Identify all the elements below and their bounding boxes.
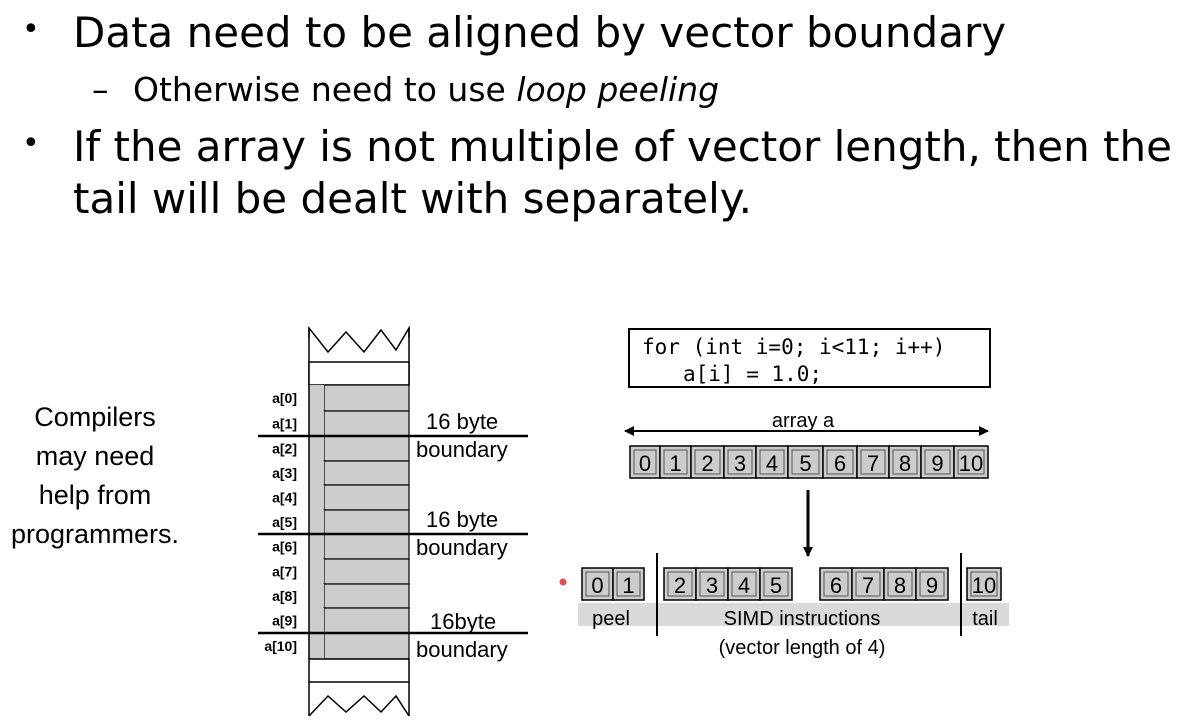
split-cell-label: 4 (738, 573, 750, 598)
memory-label: a[5] (272, 514, 297, 530)
boundary-label: 16 byte (426, 507, 498, 532)
memory-cell (323, 533, 410, 560)
memory-cell-edge (309, 633, 324, 659)
code-line-1: for (int i=0; i<11; i++) (642, 335, 945, 359)
memory-cell-edge (309, 510, 324, 534)
memory-label: a[4] (272, 490, 297, 506)
laser-pointer-dot (559, 578, 567, 586)
memory-column: a[0] a[1] a[2] a[3] a[4] a[5] a[6] a[7] a[8] a[9]… (258, 325, 528, 717)
split-cell-label: 3 (706, 573, 718, 598)
tail-label: tail (972, 608, 998, 630)
array-cell-label: 0 (639, 451, 651, 476)
memory-label: a[9] (272, 613, 297, 629)
memory-empty-bottom (308, 658, 410, 683)
memory-label: a[1] (272, 416, 297, 432)
array-cell-label: 7 (867, 451, 879, 476)
split-cell-label: 2 (674, 573, 686, 598)
array-a: array a 0 1 2 3 4 5 6 7 8 9 10 (624, 410, 989, 557)
array-cell-label: 5 (799, 451, 811, 476)
memory-cell-edge (309, 436, 324, 461)
memory-cell (323, 460, 410, 486)
memory-cell (323, 384, 410, 412)
code-box: for (int i=0; i<11; i++) a[i] = 1.0; (628, 328, 991, 388)
array-cell-label: 3 (734, 451, 746, 476)
boundary-label: 16 byte (426, 409, 498, 434)
split-cell-label: 6 (830, 573, 842, 598)
array-cell-label: 8 (899, 451, 911, 476)
array-label: array a (772, 410, 835, 432)
memory-cell-edge (309, 584, 324, 608)
memory-cell-edge (309, 485, 324, 510)
code-line-2: a[i] = 1.0; (683, 362, 822, 386)
array-cell-label: 10 (959, 451, 983, 476)
boundary-label: boundary (416, 637, 508, 662)
memory-cell (323, 558, 410, 585)
memory-label: a[3] (272, 465, 297, 481)
split-cell-label: 10 (972, 573, 996, 598)
memory-cell (323, 607, 410, 634)
memory-label: a[2] (272, 441, 297, 457)
memory-bottom-break (308, 694, 410, 717)
memory-cell-edge (309, 534, 324, 559)
memory-cell (323, 509, 410, 535)
array-cell-label: 2 (701, 451, 713, 476)
split-cell-label: 7 (862, 573, 874, 598)
memory-top-break (308, 325, 410, 354)
memory-label: a[6] (272, 539, 297, 555)
boundary-label: boundary (416, 535, 508, 560)
memory-label: a[8] (272, 588, 297, 604)
split-cell-label: 1 (622, 573, 634, 598)
array-cell-label: 1 (669, 451, 681, 476)
boundary-label: 16byte (430, 609, 496, 634)
array-cell-label: 4 (766, 451, 778, 476)
peel-label: peel (592, 608, 630, 630)
memory-label: a[7] (272, 564, 297, 580)
boundary-label: boundary (416, 437, 508, 462)
memory-cell (323, 583, 410, 609)
memory-empty-top (308, 361, 410, 386)
memory-label: a[0] (272, 390, 297, 406)
memory-cell-edge (309, 411, 324, 436)
split-cell-label: 5 (770, 573, 782, 598)
memory-cell (323, 435, 410, 462)
memory-cell-edge (309, 559, 324, 584)
diagram: a[0] a[1] a[2] a[3] a[4] a[5] a[6] a[7] a[8] a[9]… (258, 325, 1009, 717)
memory-cell-edge (309, 608, 324, 633)
memory-cell-edge (309, 385, 324, 411)
split-cell-label: 0 (591, 573, 603, 598)
loop-split: 0 1 2 3 4 5 6 7 8 9 10 peel SIMD instructions (vec… (559, 553, 1009, 659)
memory-cell (323, 410, 410, 437)
split-cell-label: 8 (894, 573, 906, 598)
memory-label: a[10] (264, 638, 297, 654)
array-cell-label: 6 (834, 451, 846, 476)
simd-sublabel: (vector length of 4) (719, 637, 886, 659)
array-cell-label: 9 (931, 451, 943, 476)
memory-cell (323, 484, 410, 511)
simd-label: SIMD instructions (724, 608, 881, 630)
split-cell-label: 9 (926, 573, 938, 598)
memory-cell (323, 632, 410, 660)
memory-cell-edge (309, 461, 324, 485)
